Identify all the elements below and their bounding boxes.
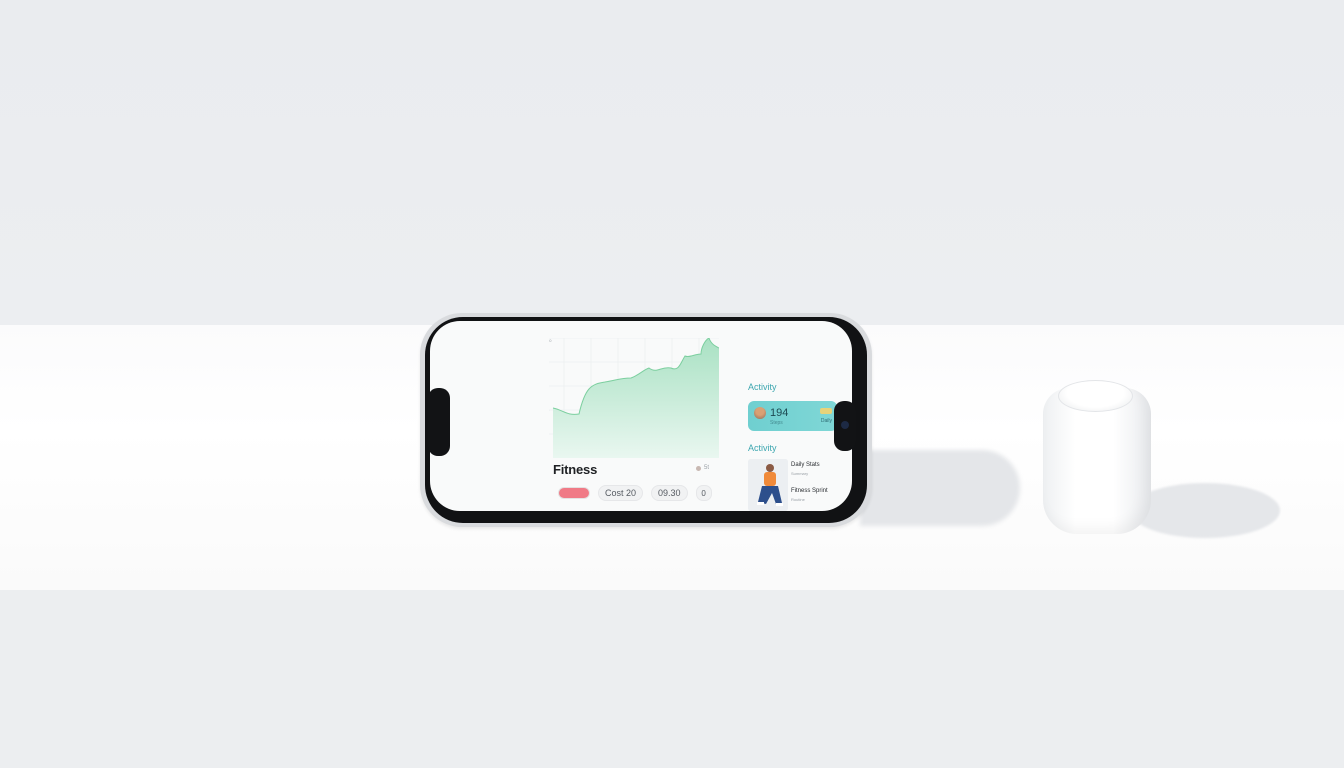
status-dot-icon — [696, 465, 701, 471]
badge-icon — [820, 408, 832, 414]
floor-background — [0, 590, 1344, 768]
meta-text: 5t — [704, 465, 710, 471]
activity-card[interactable]: 194 Steps Daily — [748, 401, 837, 431]
activity-card-sub: Steps — [770, 420, 783, 426]
round-chip[interactable]: 0 — [695, 485, 712, 501]
phone-screen: 10 5 3 0 Fitness 5t Cost 20 09.30 0 Acti… — [430, 321, 852, 511]
workout-thumbnail[interactable] — [748, 459, 788, 511]
workout-item-title[interactable]: Fitness Sprint — [791, 488, 828, 494]
cost-chip[interactable]: Cost 20 — [598, 485, 644, 501]
workout-item-sub: Summary — [791, 471, 809, 476]
y-tick-label: 10 — [549, 338, 552, 343]
y-tick-label: 0 — [549, 408, 550, 413]
workout-item-sub: Routine — [791, 497, 805, 502]
time-chip[interactable]: 09.30 — [651, 485, 688, 501]
phone-side-notch — [428, 388, 450, 456]
activity-chart: 10 5 3 0 — [549, 338, 719, 458]
primary-pill-button[interactable] — [558, 487, 590, 499]
jar-lid — [1058, 380, 1133, 412]
phone-camera-notch — [834, 401, 856, 451]
y-tick-label: 5 — [549, 360, 550, 365]
activity-section-label: Activity — [748, 382, 777, 392]
workout-item-title[interactable]: Daily Stats — [791, 462, 820, 468]
avatar — [754, 407, 766, 419]
jar-shadow — [1130, 483, 1280, 538]
chart-area — [553, 338, 719, 458]
y-tick-label: 3 — [549, 384, 550, 389]
phone-shadow — [860, 450, 1020, 526]
activity-card-badge: Daily — [820, 418, 832, 424]
activity-card-value: 194 — [770, 407, 789, 419]
action-pill-row: Cost 20 09.30 0 — [558, 485, 712, 501]
page-title: Fitness — [553, 462, 598, 477]
phone-device: 10 5 3 0 Fitness 5t Cost 20 09.30 0 Acti… — [420, 313, 872, 527]
person-illustration — [748, 459, 788, 511]
meta-indicator: 5t — [696, 465, 709, 471]
camera-icon — [841, 421, 849, 429]
workout-section-label: Activity — [748, 443, 777, 453]
wall-background — [0, 0, 1344, 325]
